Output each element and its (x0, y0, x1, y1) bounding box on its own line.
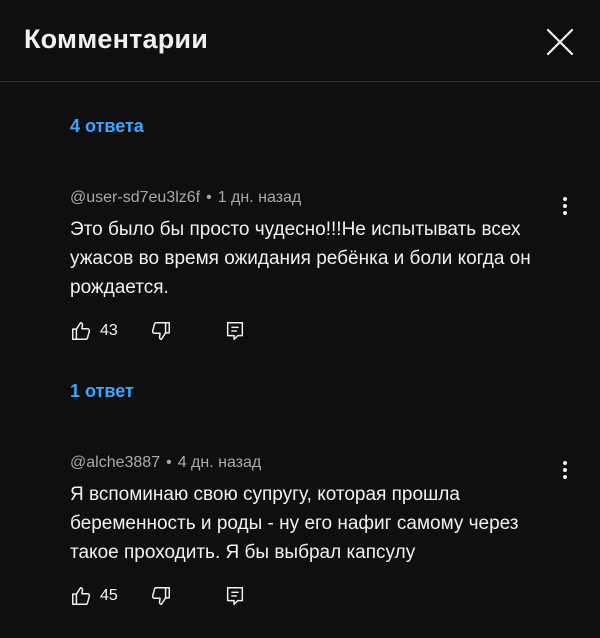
close-icon (540, 22, 580, 62)
comment-meta: @alche3887 • 4 дн. назад (70, 452, 570, 474)
dislike-button[interactable] (150, 320, 172, 342)
thumb-down-icon (150, 320, 172, 342)
comment-more-button[interactable] (553, 194, 577, 218)
reply-icon (224, 585, 246, 607)
like-count: 45 (100, 587, 118, 604)
close-button[interactable] (540, 22, 580, 62)
view-replies-link[interactable]: 4 ответа (70, 116, 144, 137)
page-title: Комментарии (24, 24, 209, 54)
reply-button[interactable] (224, 320, 246, 342)
view-replies-link[interactable]: 1 ответ (70, 381, 134, 402)
comments-header: Комментарии (0, 0, 600, 82)
comment: @alche3887 • 4 дн. назад Я вспоминаю свою … (70, 452, 570, 567)
more-vert-icon (553, 461, 577, 486)
comment-actions: 43 (70, 319, 246, 343)
like-button[interactable]: 43 (70, 320, 118, 342)
comment-more-button[interactable] (553, 458, 577, 482)
meta-separator: • (166, 454, 172, 471)
thumb-down-icon (150, 585, 172, 607)
comment-time: 1 дн. назад (217, 189, 302, 206)
dislike-button[interactable] (150, 585, 172, 607)
like-count: 43 (100, 322, 118, 339)
comment-time: 4 дн. назад (177, 454, 262, 471)
comment-author[interactable]: @user-sd7eu3lz6f (70, 189, 200, 206)
comment-meta: @user-sd7eu3lz6f • 1 дн. назад (70, 187, 570, 209)
meta-separator: • (206, 189, 212, 206)
comment-author[interactable]: @alche3887 (70, 454, 160, 471)
comment-text: Я вспоминаю свою супругу, которая прошла… (70, 484, 519, 563)
more-vert-icon (553, 197, 577, 222)
like-button[interactable]: 45 (70, 585, 118, 607)
reply-icon (224, 320, 246, 342)
reply-button[interactable] (224, 585, 246, 607)
thumb-up-icon (70, 585, 92, 607)
thumb-up-icon (70, 320, 92, 342)
comment-text: Это было бы просто чудесно!!!Не испытыва… (70, 219, 531, 298)
comment-actions: 45 (70, 584, 246, 608)
comment: @user-sd7eu3lz6f • 1 дн. назад Это было бы… (70, 187, 570, 302)
